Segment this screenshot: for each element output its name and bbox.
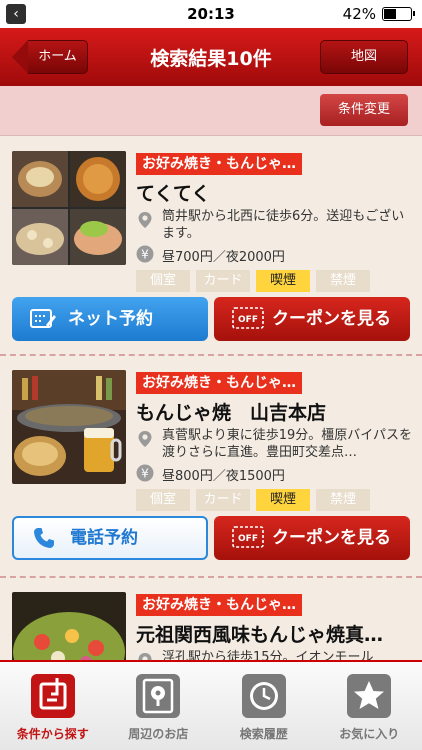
shop-photo — [12, 370, 126, 484]
change-conditions-button[interactable]: 条件変更 — [320, 94, 408, 126]
battery-icon — [382, 7, 415, 21]
net-reservation-button[interactable]: ネット予約 — [12, 297, 208, 341]
access-info: 浮孔駅から徒歩15分。イオンモール — [162, 650, 374, 660]
phone-reservation-button[interactable]: 電話予約 — [12, 516, 208, 560]
tab-label: 検索履歴 — [239, 727, 288, 741]
coupon-off-icon: OFF — [232, 526, 264, 548]
location-pin-icon — [138, 431, 152, 447]
genre-label: お好み焼き・もんじゃ… — [136, 153, 302, 175]
tab-label: 条件から探す — [16, 727, 89, 741]
genre-label: お好み焼き・もんじゃ… — [136, 594, 302, 616]
tab-bar: 条件から探す 周辺のお店 検索履歴 お気に入り — [0, 660, 422, 750]
coupon-label: クーポンを見る — [272, 309, 391, 329]
filter-bar: 条件変更 — [0, 86, 422, 136]
tab-nearby-shops[interactable]: 周辺のお店 — [106, 662, 212, 750]
coupon-button[interactable]: OFF クーポンを見る — [214, 516, 410, 560]
shop-photo — [12, 151, 126, 265]
result-card[interactable]: お好み焼き・もんじゃ… てくてく 筒井駅から北西に徒歩6分。送迎もございます。 … — [0, 137, 422, 353]
nearby-shops-icon — [136, 674, 181, 718]
battery-fill — [384, 9, 396, 19]
phone-icon — [34, 528, 54, 548]
search-by-conditions-icon — [30, 674, 75, 718]
coupon-label: クーポンを見る — [272, 528, 391, 548]
tag-smoking: 喫煙 — [256, 270, 310, 292]
yen-icon: ¥ — [136, 245, 154, 263]
tag-card: カード — [196, 489, 250, 511]
svg-text:¥: ¥ — [141, 467, 149, 481]
result-card[interactable]: お好み焼き・もんじゃ… もんじゃ焼 山吉本店 真菅駅より東に徒歩19分。橿原バイ… — [0, 356, 422, 572]
price-info: 昼800円／夜1500円 — [162, 469, 285, 484]
tag-card: カード — [196, 270, 250, 292]
tab-search-by-conditions[interactable]: 条件から探す — [0, 662, 106, 750]
tag-non-smoking: 禁煙 — [316, 270, 370, 292]
battery-percent: 42% — [342, 5, 376, 23]
access-info: 真菅駅より東に徒歩19分。橿原バイパスを渡りさらに直進。豊田町交差点… — [162, 428, 413, 460]
tag-non-smoking: 禁煙 — [316, 489, 370, 511]
nav-bar: ホーム 検索結果10件 地図 — [0, 28, 422, 86]
coupon-badge-text: OFF — [238, 534, 258, 544]
svg-text:¥: ¥ — [141, 248, 149, 262]
feature-tags: 個室 カード 喫煙 禁煙 — [136, 270, 370, 292]
favorites-star-icon — [347, 674, 392, 718]
tab-label: お気に入り — [339, 727, 400, 741]
price-info: 昼700円／夜2000円 — [162, 250, 285, 265]
tab-favorites[interactable]: お気に入り — [317, 662, 422, 750]
reservation-icon — [30, 309, 56, 328]
shop-name[interactable]: てくてく — [136, 179, 416, 206]
tag-smoking: 喫煙 — [256, 489, 310, 511]
coupon-button[interactable]: OFF クーポンを見る — [214, 297, 410, 341]
location-pin-icon — [138, 212, 152, 228]
tag-private-room: 個室 — [136, 270, 190, 292]
yen-icon: ¥ — [136, 464, 154, 482]
tag-private-room: 個室 — [136, 489, 190, 511]
genre-label: お好み焼き・もんじゃ… — [136, 372, 302, 394]
history-clock-icon — [241, 674, 286, 718]
result-card[interactable]: お好み焼き・もんじゃ… 元祖関西風味もんじゃ焼真… 浮孔駅から徒歩15分。イオン… — [0, 578, 422, 660]
tab-label: 周辺のお店 — [128, 727, 189, 741]
tab-search-history[interactable]: 検索履歴 — [211, 662, 317, 750]
shop-name[interactable]: もんじゃ焼 山吉本店 — [136, 398, 416, 425]
feature-tags: 個室 カード 喫煙 禁煙 — [136, 489, 370, 511]
map-button[interactable]: 地図 — [320, 40, 408, 74]
coupon-off-icon: OFF — [232, 307, 264, 329]
coupon-badge-text: OFF — [238, 315, 258, 325]
shop-photo — [12, 592, 126, 660]
location-pin-icon — [138, 653, 152, 660]
status-bar: ‹ 20:13 42% — [0, 0, 422, 28]
shop-name[interactable]: 元祖関西風味もんじゃ焼真… — [136, 620, 416, 647]
phone-reservation-label: 電話予約 — [70, 528, 138, 548]
access-info: 筒井駅から北西に徒歩6分。送迎もございます。 — [162, 209, 405, 241]
net-reservation-label: ネット予約 — [68, 309, 153, 329]
